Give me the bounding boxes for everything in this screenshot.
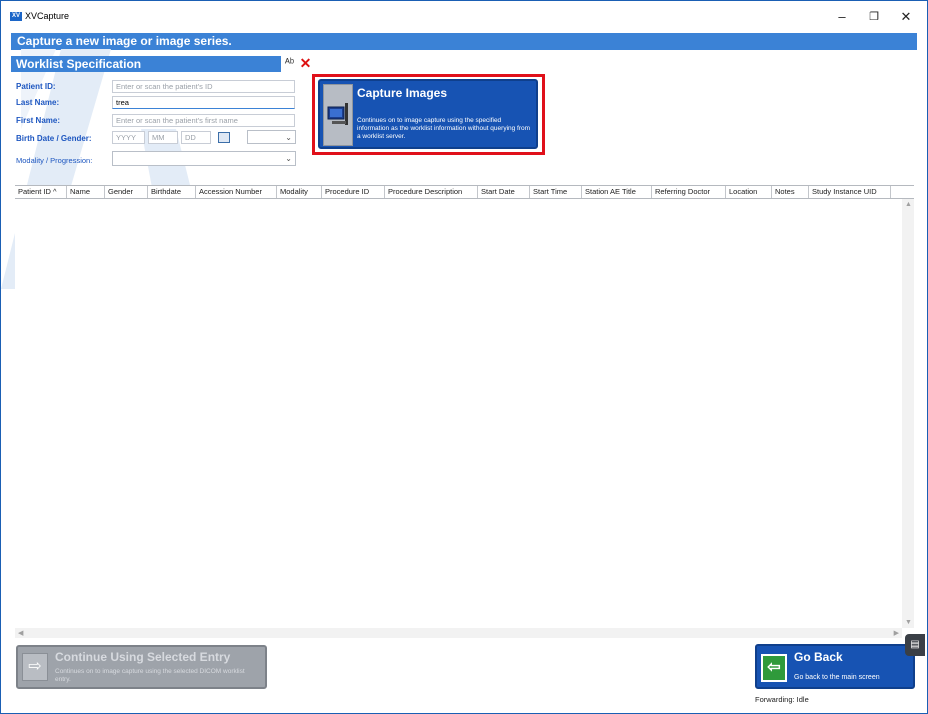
birth-year-input[interactable]: YYYY bbox=[112, 131, 145, 144]
lookup-icon[interactable]: ᴬᵇ bbox=[282, 56, 297, 71]
forwarding-status: Forwarding: Idle bbox=[755, 695, 809, 704]
maximize-button[interactable]: ❐ bbox=[859, 7, 889, 27]
app-window: XV XVCapture – ❐ ✕ Capture a new image o… bbox=[0, 0, 928, 714]
scroll-down-icon[interactable]: ▼ bbox=[905, 619, 912, 626]
worklist-section-header: Worklist Specification bbox=[11, 56, 281, 72]
column-header[interactable]: Start Time bbox=[530, 186, 582, 198]
horizontal-scrollbar[interactable]: ◀ ▶ bbox=[15, 628, 902, 638]
chevron-down-icon: ⌄ bbox=[285, 154, 292, 163]
chevron-down-icon: ⌄ bbox=[285, 133, 292, 142]
column-header[interactable]: Location bbox=[726, 186, 772, 198]
close-button[interactable]: ✕ bbox=[891, 7, 921, 27]
column-header[interactable]: Start Date bbox=[478, 186, 530, 198]
calendar-icon[interactable] bbox=[218, 132, 230, 143]
birth-month-input[interactable]: MM bbox=[148, 131, 178, 144]
worklist-grid-body[interactable] bbox=[15, 199, 902, 628]
vertical-scrollbar[interactable]: ▲ ▼ bbox=[902, 199, 914, 628]
birth-day-input[interactable]: DD bbox=[181, 131, 211, 144]
go-back-title: Go Back bbox=[794, 650, 843, 664]
first-name-label: First Name: bbox=[16, 116, 61, 125]
go-back-description: Go back to the main screen bbox=[794, 674, 880, 681]
continue-selected-entry-button[interactable]: ⇨ Continue Using Selected Entry Continue… bbox=[16, 645, 267, 689]
minimize-button[interactable]: – bbox=[827, 7, 857, 27]
window-title: XVCapture bbox=[25, 11, 70, 21]
column-header[interactable]: Gender bbox=[105, 186, 148, 198]
last-name-input[interactable]: trea bbox=[112, 96, 295, 109]
column-header[interactable]: Station AE Title bbox=[582, 186, 652, 198]
arrow-right-icon: ⇨ bbox=[22, 653, 48, 681]
column-header[interactable]: Referring Doctor bbox=[652, 186, 726, 198]
column-header[interactable]: Accession Number bbox=[196, 186, 277, 198]
capture-images-title: Capture Images bbox=[357, 86, 448, 100]
scroll-left-icon[interactable]: ◀ bbox=[18, 629, 23, 637]
first-name-input[interactable]: Enter or scan the patient's first name bbox=[112, 114, 295, 127]
page-title: Capture a new image or image series. bbox=[11, 33, 917, 50]
title-bar: XV XVCapture – ❐ ✕ bbox=[1, 1, 927, 31]
sort-ascending-icon: ^ bbox=[53, 187, 57, 196]
scroll-up-icon[interactable]: ▲ bbox=[905, 201, 912, 208]
side-panel-tab-icon[interactable]: ▤ bbox=[905, 634, 925, 656]
modality-select[interactable]: ⌄ bbox=[112, 151, 296, 166]
go-back-button[interactable]: ⇦ Go Back Go back to the main screen bbox=[755, 644, 915, 689]
continue-title: Continue Using Selected Entry bbox=[55, 650, 231, 664]
birth-date-gender-label: Birth Date / Gender: bbox=[16, 134, 92, 143]
column-header[interactable]: Study Instance UID bbox=[809, 186, 891, 198]
gender-select[interactable]: ⌄ bbox=[247, 130, 296, 144]
scroll-right-icon[interactable]: ▶ bbox=[894, 629, 899, 637]
app-logo-icon: XV bbox=[10, 12, 22, 21]
capture-images-description: Continues on to image capture using the … bbox=[357, 117, 531, 140]
patient-id-input[interactable]: Enter or scan the patient's ID bbox=[112, 80, 295, 93]
camera-monitor-icon bbox=[323, 84, 353, 146]
column-header[interactable]: Modality bbox=[277, 186, 322, 198]
column-header[interactable]: Notes bbox=[772, 186, 809, 198]
column-header[interactable]: Procedure ID bbox=[322, 186, 385, 198]
clear-fields-icon[interactable]: ✕ bbox=[298, 56, 313, 71]
column-header[interactable]: Procedure Description bbox=[385, 186, 478, 198]
arrow-left-icon: ⇦ bbox=[761, 654, 787, 682]
column-header[interactable]: Patient ID ^ bbox=[15, 186, 67, 198]
column-header[interactable]: Birthdate bbox=[148, 186, 196, 198]
column-header[interactable]: Name bbox=[67, 186, 105, 198]
worklist-grid-header: Patient ID ^ Name Gender Birthdate Acces… bbox=[15, 185, 914, 199]
continue-description: Continues on to image capture using the … bbox=[55, 668, 245, 683]
patient-id-label: Patient ID: bbox=[16, 82, 56, 91]
capture-images-button[interactable]: Capture Images Continues on to image cap… bbox=[318, 79, 538, 149]
last-name-label: Last Name: bbox=[16, 98, 60, 107]
modality-label: Modality / Progression: bbox=[16, 156, 93, 165]
